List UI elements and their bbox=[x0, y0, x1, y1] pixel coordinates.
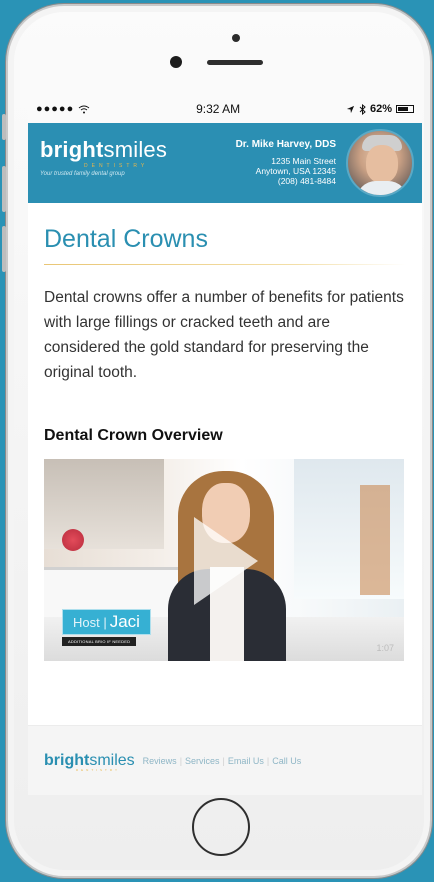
avatar-face bbox=[366, 145, 398, 183]
address-line-1: 1235 Main Street bbox=[271, 156, 336, 166]
footer-nav: Reviews | Services | Email Us | Call Us bbox=[143, 756, 302, 766]
logo-subtitle: DENTISTRY bbox=[84, 163, 149, 169]
video-bg-door bbox=[360, 485, 390, 595]
volume-up-button bbox=[2, 166, 6, 212]
practice-address: 1235 Main Street Anytown, USA 12345 (208… bbox=[256, 156, 336, 186]
location-arrow-icon bbox=[346, 105, 355, 113]
footer-separator: | bbox=[222, 755, 225, 766]
video-duration: 1:07 bbox=[376, 643, 394, 653]
battery-icon bbox=[395, 105, 414, 113]
battery-percent: 62% bbox=[369, 103, 392, 115]
title-divider bbox=[44, 264, 406, 265]
intro-paragraph: Dental crowns offer a number of benefits… bbox=[44, 289, 404, 381]
host-lower-third: Host | Jaci bbox=[62, 609, 151, 635]
footer-logo-subtitle: DENTISTRY bbox=[76, 767, 120, 772]
logo-bold-text: bright bbox=[40, 137, 104, 162]
brand-logo[interactable]: brightsmiles bbox=[40, 137, 167, 163]
practice-phone[interactable]: (208) 481-8484 bbox=[256, 176, 336, 186]
footer-logo[interactable]: brightsmiles DENTISTRY bbox=[44, 751, 135, 772]
play-icon[interactable] bbox=[194, 517, 258, 605]
host-label: Host | bbox=[73, 614, 107, 630]
brand-tagline: Your trusted family dental group bbox=[40, 171, 125, 177]
footer-separator: | bbox=[179, 755, 183, 766]
front-camera bbox=[170, 56, 182, 68]
host-subtitle: ADDITIONAL BRIO IF NEEDED bbox=[62, 637, 137, 646]
video-player[interactable]: Host | Jaci ADDITIONAL BRIO IF NEEDED 1:… bbox=[44, 459, 404, 661]
proximity-sensor bbox=[232, 34, 240, 42]
status-time: 9:32 AM bbox=[196, 102, 241, 116]
page-title: Dental Crowns bbox=[44, 225, 208, 253]
wifi-icon bbox=[78, 105, 90, 113]
earpiece-speaker bbox=[207, 60, 263, 65]
logo-light-text: smiles bbox=[103, 137, 168, 162]
footer-link-services[interactable]: Services bbox=[185, 756, 220, 766]
address-line-2: Anytown, USA 12345 bbox=[255, 166, 336, 176]
home-button[interactable] bbox=[192, 798, 250, 856]
footer-logo-light: smiles bbox=[89, 751, 135, 769]
site-header: brightsmiles DENTISTRY Your trusted fami… bbox=[28, 123, 422, 203]
footer-separator: | bbox=[266, 755, 270, 766]
phone-screen: ●●●●● 9:32 AM 62% brightsmiles DENTISTRY… bbox=[28, 95, 422, 795]
signal-area: ●●●●● bbox=[36, 103, 90, 115]
silent-switch bbox=[2, 114, 6, 140]
footer-link-call[interactable]: Call Us bbox=[272, 756, 301, 766]
video-bg-flowers bbox=[62, 529, 84, 551]
bluetooth-icon bbox=[359, 103, 366, 115]
section-title: Dental Crown Overview bbox=[44, 427, 223, 444]
main-content: Dental Crowns Dental crowns offer a numb… bbox=[28, 225, 422, 661]
footer-link-reviews[interactable]: Reviews bbox=[143, 756, 177, 766]
doctor-name: Dr. Mike Harvey, DDS bbox=[235, 139, 336, 150]
volume-down-button bbox=[2, 226, 6, 272]
site-footer: brightsmiles DENTISTRY Reviews | Service… bbox=[28, 725, 422, 795]
avatar-shirt bbox=[356, 181, 408, 195]
signal-strength: ●●●●● bbox=[36, 103, 75, 115]
footer-link-email[interactable]: Email Us bbox=[228, 756, 264, 766]
footer-logo-bold: bright bbox=[44, 751, 90, 769]
host-name: Jaci bbox=[109, 612, 140, 631]
doctor-avatar bbox=[346, 129, 414, 197]
status-indicators: 62% bbox=[346, 103, 414, 115]
status-bar: ●●●●● 9:32 AM 62% bbox=[28, 95, 422, 123]
